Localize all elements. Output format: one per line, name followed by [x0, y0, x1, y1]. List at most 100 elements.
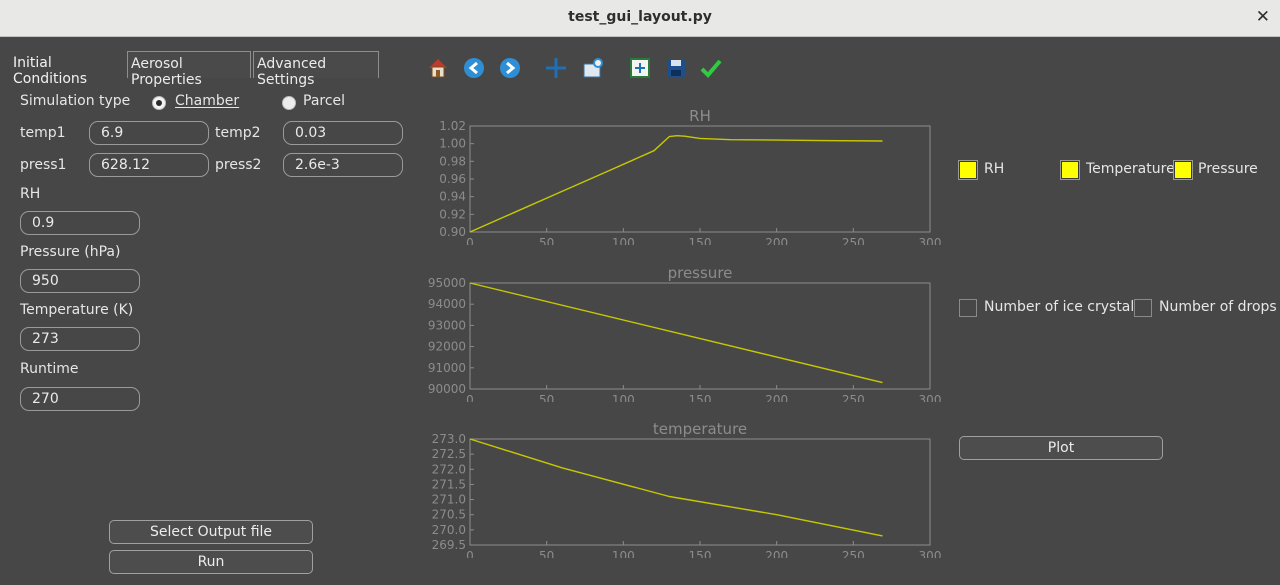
temperature-checkbox-label: Temperature [1086, 161, 1175, 177]
ice-crystals-checkbox-label: Number of ice crystals [984, 299, 1142, 315]
rh-checkbox[interactable] [959, 161, 977, 179]
x-tick-label: 0 [466, 549, 474, 558]
series-line [469, 282, 883, 384]
runtime-label: Runtime [20, 361, 79, 377]
back-arrow-icon[interactable] [462, 56, 486, 80]
select-output-file-button[interactable]: Select Output file [109, 520, 313, 544]
runtime-input[interactable]: 270 [20, 387, 140, 411]
parcel-label[interactable]: Parcel [303, 93, 345, 109]
x-tick-label: 200 [765, 549, 788, 558]
zoom-icon[interactable] [581, 56, 605, 80]
tab-aerosol-properties[interactable]: Aerosol Properties [127, 51, 251, 88]
plot-button[interactable]: Plot [959, 436, 1163, 460]
run-button[interactable]: Run [109, 550, 313, 574]
temp1-label: temp1 [20, 125, 66, 141]
x-tick-label: 200 [765, 236, 788, 245]
temperature-chart: temperature0 50 100 150 200 250 300269.5270.02… [432, 420, 942, 558]
x-tick-label: 250 [842, 549, 865, 558]
temp2-label: temp2 [215, 125, 261, 141]
save-icon[interactable] [664, 56, 688, 80]
tab-initial-conditions[interactable]: Initial Conditions [10, 51, 126, 87]
x-tick-label: 50 [539, 549, 554, 558]
y-tick-label: 0.96 [439, 172, 466, 186]
temperature-checkbox[interactable] [1061, 161, 1079, 179]
y-tick-label: 272.5 [432, 447, 466, 461]
close-icon[interactable]: ✕ [1256, 7, 1270, 27]
chart-title: temperature [653, 420, 747, 438]
y-tick-label: 0.94 [439, 190, 466, 204]
check-icon[interactable] [699, 56, 723, 80]
title-bar: test_gui_layout.py ✕ [0, 0, 1280, 37]
simulation-type-label: Simulation type [20, 93, 131, 109]
x-tick-label: 150 [689, 393, 712, 402]
y-tick-label: 270.0 [432, 523, 466, 537]
x-tick-label: 300 [919, 393, 942, 402]
plot-frame [469, 125, 931, 233]
y-tick-label: 91000 [428, 361, 466, 375]
x-tick-label: 300 [919, 236, 942, 245]
series-line [469, 438, 883, 537]
x-tick-label: 100 [612, 549, 635, 558]
press2-input[interactable]: 2.6e-3 [283, 153, 403, 177]
pressure-chart: pressure 0 50 100 150 200 250 300 90000 91000 9200… [428, 264, 942, 402]
x-tick-label: 50 [539, 393, 554, 402]
plot-frame [469, 438, 931, 546]
rh-label: RH [20, 186, 41, 202]
y-tick-label: 1.02 [439, 119, 466, 133]
window-title: test_gui_layout.py [568, 9, 712, 25]
y-tick-label: 272.0 [432, 462, 466, 476]
drops-checkbox[interactable] [1134, 299, 1152, 317]
x-tick-label: 150 [689, 236, 712, 245]
y-tick-label: 0.92 [439, 207, 466, 221]
y-tick-label: 269.5 [432, 538, 466, 552]
x-tick-label: 50 [539, 236, 554, 245]
y-tick-label: 95000 [428, 276, 466, 290]
rh-chart: RH 0 50 100 150 200 250 300 0.90 0.92 0.94 0.96 0.98… [439, 107, 942, 245]
pressure-checkbox[interactable] [1174, 161, 1192, 179]
y-tick-label: 94000 [428, 297, 466, 311]
ice-crystals-checkbox[interactable] [959, 299, 977, 317]
x-tick-label: 100 [612, 393, 635, 402]
press1-input[interactable]: 628.12 [89, 153, 209, 177]
chamber-radio[interactable] [152, 96, 166, 110]
x-tick-label: 200 [765, 393, 788, 402]
temp1-input[interactable]: 6.9 [89, 121, 209, 145]
y-tick-label: 92000 [428, 340, 466, 354]
x-tick-label: 150 [689, 549, 712, 558]
subplots-icon[interactable] [628, 56, 652, 80]
pressure-input[interactable]: 950 [20, 269, 140, 293]
y-tick-label: 270.5 [432, 508, 466, 522]
tab-advanced-settings[interactable]: Advanced Settings [253, 51, 379, 88]
y-tick-label: 273.0 [432, 432, 466, 446]
forward-arrow-icon[interactable] [498, 56, 522, 80]
y-tick-label: 1.00 [439, 137, 466, 151]
pan-icon[interactable] [544, 56, 568, 80]
chart-title: pressure [668, 264, 733, 282]
temperature-label: Temperature (K) [20, 302, 134, 318]
x-tick-label: 300 [919, 549, 942, 558]
home-icon[interactable] [426, 56, 450, 80]
x-tick-label: 250 [842, 236, 865, 245]
pressure-checkbox-label: Pressure [1198, 161, 1258, 177]
y-tick-label: 0.90 [439, 225, 466, 239]
press1-label: press1 [20, 157, 67, 173]
pressure-label: Pressure (hPa) [20, 244, 121, 260]
press2-label: press2 [215, 157, 262, 173]
temp2-input[interactable]: 0.03 [283, 121, 403, 145]
x-tick-label: 100 [612, 236, 635, 245]
x-tick-label: 0 [466, 236, 474, 245]
x-tick-label: 0 [466, 393, 474, 402]
x-tick-label: 250 [842, 393, 865, 402]
rh-input[interactable]: 0.9 [20, 211, 140, 235]
parcel-radio[interactable] [282, 96, 296, 110]
y-tick-label: 93000 [428, 318, 466, 332]
drops-checkbox-label: Number of drops [1159, 299, 1277, 315]
temperature-input[interactable]: 273 [20, 327, 140, 351]
chamber-label[interactable]: Chamber [175, 93, 239, 109]
y-tick-label: 271.5 [432, 477, 466, 491]
y-tick-label: 271.0 [432, 493, 466, 507]
series-line [469, 135, 883, 233]
y-tick-label: 90000 [428, 382, 466, 396]
chart-title: RH [689, 107, 711, 125]
plot-frame [469, 282, 931, 390]
